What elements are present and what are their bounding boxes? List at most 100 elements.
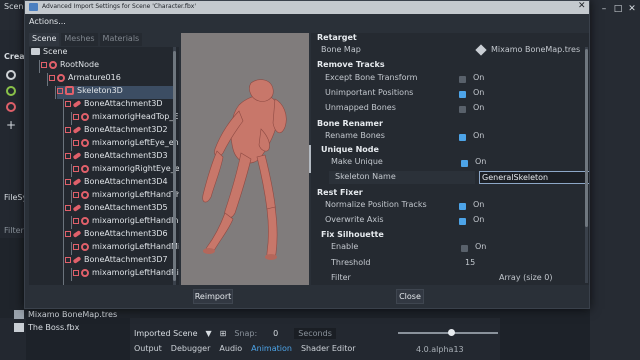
skeleton-icon — [65, 86, 74, 95]
node3d-icon[interactable] — [6, 102, 16, 112]
tab-scene[interactable]: Scene — [29, 33, 60, 46]
node3d-icon — [81, 242, 89, 251]
checkbox-icon[interactable] — [73, 269, 79, 276]
tree-item-lefthandring4[interactable]: mixamorigLeftHandRing4_e — [73, 268, 179, 281]
skeleton-name-label: Skeleton Name — [335, 172, 396, 181]
overwrite-axis-checkbox[interactable] — [459, 218, 466, 225]
zoom-slider-knob[interactable] — [448, 329, 455, 336]
minimize-icon[interactable]: – — [598, 4, 610, 16]
bone-icon — [72, 203, 82, 212]
tree-item-boneattachment5[interactable]: BoneAttachment3D5 — [65, 203, 168, 216]
checkbox-icon[interactable] — [73, 165, 79, 172]
tree-item-lefthandmiddle4[interactable]: mixamorigLeftHandMiddle4_ — [73, 242, 179, 255]
checkbox-icon[interactable] — [65, 230, 71, 237]
tree-item-lefthandindex4[interactable]: mixamorigLeftHandIndex4_e — [73, 216, 179, 229]
unimportant-positions-checkbox[interactable] — [459, 91, 466, 98]
checkbox-icon[interactable] — [65, 152, 71, 159]
reimport-button[interactable]: Reimport — [193, 289, 233, 304]
inspector-scrollbar-thumb[interactable] — [585, 49, 588, 227]
tab-output[interactable]: Output — [134, 344, 162, 353]
tab-animation[interactable]: Animation — [251, 344, 292, 353]
checkbox-icon[interactable] — [65, 100, 71, 107]
tree-item-lefteye-end[interactable]: mixamorigLeftEye_end — [73, 138, 179, 151]
checkbox-icon[interactable] — [65, 204, 71, 211]
actions-menu[interactable]: Actions... — [29, 17, 66, 26]
tree-item-armature[interactable]: Armature016 — [49, 73, 121, 86]
file-item-bonemap[interactable]: Mixamo BoneMap.tres — [28, 310, 117, 319]
node3d-icon — [81, 138, 89, 147]
checkbox-icon[interactable] — [73, 191, 79, 198]
tree-item-lefthandthumb4[interactable]: mixamorigLeftHandThumb4_ — [73, 190, 179, 203]
tab-materials[interactable]: Materials — [99, 33, 143, 46]
checkbox-icon[interactable] — [49, 74, 55, 81]
seconds-dropdown[interactable]: Seconds — [294, 327, 336, 339]
add-node-icon[interactable]: + — [6, 118, 16, 132]
tree-item-righteye-end[interactable]: mixamorigRightEye_end — [73, 164, 179, 177]
scene-tree: Scene RootNode Armature016 Skeleton3D Bo… — [29, 47, 179, 285]
checkbox-icon[interactable] — [41, 61, 47, 68]
tree-item-headtop-end[interactable]: mixamorigHeadTop_End_end — [73, 112, 179, 125]
filter-label: Filter — [331, 273, 351, 282]
node-icon[interactable] — [6, 70, 16, 80]
tree-item-boneattachment7[interactable]: BoneAttachment3D7 — [65, 255, 168, 268]
dialog-close-icon[interactable]: ✕ — [578, 1, 586, 11]
checkbox-icon[interactable] — [65, 256, 71, 263]
tab-shader-editor[interactable]: Shader Editor — [301, 344, 356, 353]
bottom-tabs: Output Debugger Audio Animation Shader E… — [134, 344, 356, 353]
close-window-icon[interactable]: ✕ — [626, 4, 638, 16]
bone-icon — [72, 229, 82, 238]
checkbox-icon[interactable] — [65, 126, 71, 133]
node3d-icon — [57, 73, 65, 82]
snap-value[interactable]: 0 — [273, 329, 278, 338]
normalize-position-tracks-checkbox[interactable] — [459, 203, 466, 210]
bone-icon — [72, 99, 82, 108]
rename-bones-checkbox[interactable] — [459, 134, 466, 141]
tree-item-boneattachment4[interactable]: BoneAttachment3D4 — [65, 177, 168, 190]
tab-audio[interactable]: Audio — [219, 344, 242, 353]
maximize-icon[interactable]: □ — [612, 4, 624, 16]
normalize-position-tracks-row: Normalize Position Tracks On — [325, 200, 485, 210]
rename-bones-row: Rename Bones On — [325, 131, 485, 141]
editor-right-dock — [590, 30, 640, 360]
filter-row: Filter Array (size 0) — [331, 273, 581, 285]
imported-scene-label[interactable]: Imported Scene — [134, 329, 197, 338]
tree-item-boneattachment3[interactable]: BoneAttachment3D3 — [65, 151, 168, 164]
node2d-icon[interactable] — [6, 86, 16, 96]
bone-map-value[interactable]: Mixamo BoneMap.tres — [491, 45, 580, 58]
godot-icon — [29, 3, 38, 11]
file-item-boss-fbx[interactable]: The Boss.fbx — [28, 323, 79, 332]
tree-item-skeleton3d[interactable]: Skeleton3D — [57, 86, 175, 99]
preview-viewport[interactable] — [181, 33, 309, 285]
tab-meshes[interactable]: Meshes — [61, 33, 98, 46]
make-unique-row: Make Unique On — [331, 157, 487, 167]
dialog-titlebar[interactable]: Advanced Import Settings for Scene 'Char… — [25, 1, 589, 14]
checkbox-icon[interactable] — [73, 139, 79, 146]
close-button[interactable]: Close — [396, 289, 424, 304]
node3d-icon — [49, 60, 57, 69]
checkbox-icon[interactable] — [73, 243, 79, 250]
unmapped-bones-checkbox[interactable] — [459, 106, 466, 113]
except-bone-transform-checkbox[interactable] — [459, 76, 466, 83]
tree-item-boneattachment6[interactable]: BoneAttachment3D6 — [65, 229, 168, 242]
tree-item-boneattachment2[interactable]: BoneAttachment3D2 — [65, 125, 168, 138]
resource-icon — [14, 310, 24, 319]
tree-item-boneattachment[interactable]: BoneAttachment3D — [65, 99, 163, 112]
tab-debugger[interactable]: Debugger — [171, 344, 211, 353]
tree-item-scene[interactable]: Scene — [31, 47, 67, 60]
snap-icon[interactable]: ⊞ — [220, 329, 227, 338]
threshold-value[interactable]: 15 — [465, 258, 475, 267]
dialog-tabs: Scene Meshes Materials — [29, 33, 143, 46]
checkbox-icon[interactable] — [57, 87, 63, 94]
checkbox-icon[interactable] — [73, 217, 79, 224]
node3d-icon — [81, 112, 89, 121]
checkbox-icon[interactable] — [73, 113, 79, 120]
checkbox-icon[interactable] — [65, 178, 71, 185]
filter-icon[interactable]: ▼ — [205, 329, 211, 338]
filter-array-value[interactable]: Array (size 0) — [499, 273, 552, 282]
skeleton-name-input[interactable]: GeneralSkeleton — [479, 171, 589, 184]
enable-checkbox[interactable] — [461, 245, 468, 252]
tree-scrollbar-thumb[interactable] — [173, 51, 176, 281]
make-unique-checkbox[interactable] — [461, 160, 468, 167]
tree-item-rootnode[interactable]: RootNode — [41, 60, 99, 73]
threshold-label: Threshold — [331, 258, 371, 267]
